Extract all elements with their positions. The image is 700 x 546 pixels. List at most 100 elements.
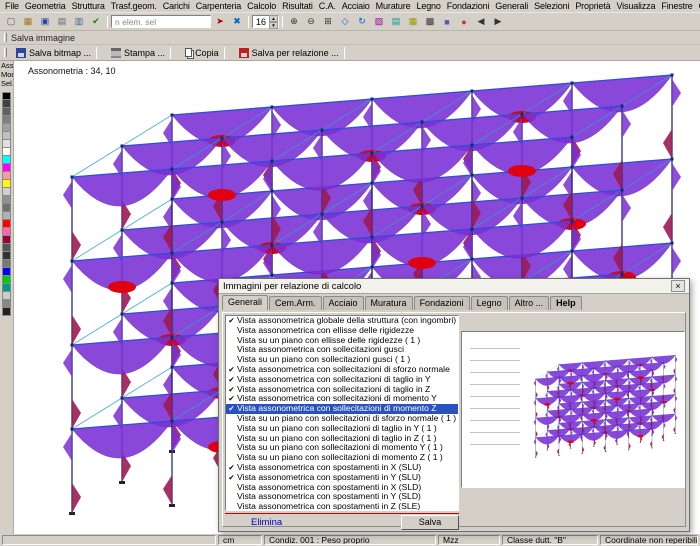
menu-item[interactable]: Carpenteria [193, 1, 244, 11]
menu-item[interactable]: C.A. [316, 1, 339, 11]
menu-item[interactable]: Visualizza [613, 1, 658, 11]
delete-link[interactable]: Elimina [251, 517, 282, 528]
menu-item[interactable]: Geometria [22, 1, 69, 11]
menu-item[interactable]: Acciaio [339, 1, 373, 11]
palette-color-cell[interactable] [2, 148, 11, 156]
palette-color-cell[interactable] [2, 300, 11, 308]
open-icon[interactable]: ▦ [20, 15, 36, 29]
save-icon[interactable]: ▣ [37, 15, 53, 29]
menu-item[interactable]: File [2, 1, 22, 11]
palette-color-cell[interactable] [2, 252, 11, 260]
menu-item[interactable]: Proprietà [572, 1, 613, 11]
panel-tab-label[interactable]: Sel.. [0, 79, 13, 88]
close-icon[interactable]: × [671, 280, 685, 292]
dialog-tab[interactable]: Acciaio [323, 296, 364, 310]
menu-item[interactable]: Struttura [69, 1, 108, 11]
menu-item[interactable]: Calcolo [244, 1, 279, 11]
palette-color-cell[interactable] [2, 212, 11, 220]
dialog-tab[interactable]: Generali [222, 295, 268, 310]
menu-item[interactable]: Opzioni [696, 1, 700, 11]
palette-color-cell[interactable] [2, 132, 11, 140]
dialog-tab[interactable]: Muratura [365, 296, 413, 310]
palette-color-cell[interactable] [2, 228, 11, 236]
image-list-item[interactable]: Vista assonometrica con spostamenti in Z… [226, 502, 458, 511]
print-icon[interactable]: ▤ [54, 15, 70, 29]
menu-item[interactable]: Legno [413, 1, 443, 11]
palette-color-cell[interactable] [2, 188, 11, 196]
palette-color-cell[interactable] [2, 276, 11, 284]
panel-tab-label[interactable]: Mod.. [0, 70, 13, 79]
solid-view-icon[interactable]: ■ [439, 15, 455, 29]
deselect-icon[interactable]: ✖ [229, 15, 245, 29]
palette-color-cell[interactable] [2, 244, 11, 252]
palette-color-cell[interactable] [2, 140, 11, 148]
palette-color-cell[interactable] [2, 156, 11, 164]
check-mark-icon [226, 345, 237, 355]
menu-item[interactable]: Fondazioni [444, 1, 493, 11]
palette-color-cell[interactable] [2, 100, 11, 108]
panel-tab-label[interactable]: Ass.. [0, 61, 13, 70]
item-label: Vista assonometrica con spostamenti in Z… [237, 502, 420, 511]
font-size-spinner[interactable]: 16 ▲ ▼ [252, 15, 279, 28]
check-mark-icon [226, 434, 237, 444]
pan-icon[interactable]: ◇ [337, 15, 353, 29]
menu-item[interactable]: Murature [373, 1, 414, 11]
dialog-title-bar[interactable]: Immagini per relazione di calcolo × [219, 279, 689, 294]
dialog-tab[interactable]: Help [550, 296, 582, 310]
top-view-icon[interactable]: ▦ [405, 15, 421, 29]
palette-color-cell[interactable] [2, 108, 11, 116]
palette-color-cell[interactable] [2, 268, 11, 276]
palette-color-cell[interactable] [2, 164, 11, 172]
palette-color-cell[interactable] [2, 92, 11, 100]
menu-item[interactable]: Risultati [279, 1, 316, 11]
select-pointer-icon[interactable]: ➤ [212, 15, 228, 29]
wireframe-icon[interactable]: ▩ [422, 15, 438, 29]
check-data-icon[interactable]: ✔ [88, 15, 104, 29]
save-report-button[interactable]: Salva per relazione ... [234, 46, 352, 60]
toolbar-grip[interactable] [4, 48, 7, 57]
palette-color-cell[interactable] [2, 308, 11, 316]
spinner-down-icon[interactable]: ▼ [269, 22, 278, 29]
zoom-window-icon[interactable]: ⊞ [320, 15, 336, 29]
axonometric-view-icon[interactable]: ▧ [371, 15, 387, 29]
palette-color-cell[interactable] [2, 236, 11, 244]
dialog-tab[interactable]: Altro ... [509, 296, 550, 310]
menu-item[interactable]: Finestre [658, 1, 695, 11]
palette-color-cell[interactable] [2, 292, 11, 300]
palette-color-cell[interactable] [2, 260, 11, 268]
palette-color-cell[interactable] [2, 116, 11, 124]
button-icon [239, 48, 249, 58]
toolbar-grip[interactable] [4, 33, 7, 42]
menu-item[interactable]: Carichi [160, 1, 193, 11]
rotate-view-icon[interactable]: ↻ [354, 15, 370, 29]
previous-view-icon[interactable]: ◀ [473, 15, 489, 29]
palette-color-cell[interactable] [2, 196, 11, 204]
menu-item[interactable]: Trasf.geom. [108, 1, 160, 11]
dialog-tab[interactable]: Cem.Arm. [269, 296, 322, 310]
front-view-icon[interactable]: ▤ [388, 15, 404, 29]
palette-color-cell[interactable] [2, 220, 11, 228]
main-toolbar: ▢▦▣▤▥✔ ➤✖ 16 ▲ ▼ ⊕⊖⊞◇↻▧▤▦▩■●◀▶ [0, 13, 700, 31]
copy-image-button[interactable]: Copia [180, 46, 232, 60]
palette-color-cell[interactable] [2, 172, 11, 180]
new-model-icon[interactable]: ▢ [3, 15, 19, 29]
next-view-icon[interactable]: ▶ [490, 15, 506, 29]
selection-count-field[interactable] [111, 15, 211, 28]
menu-item[interactable]: Generali [492, 1, 531, 11]
palette-color-cell[interactable] [2, 180, 11, 188]
menu-item[interactable]: Selezioni [531, 1, 572, 11]
palette-color-cell[interactable] [2, 284, 11, 292]
zoom-out-icon[interactable]: ⊖ [303, 15, 319, 29]
palette-color-cell[interactable] [2, 124, 11, 132]
save-button[interactable]: Salva [401, 515, 459, 530]
info-icon[interactable]: ● [456, 15, 472, 29]
zoom-in-icon[interactable]: ⊕ [286, 15, 302, 29]
copy-icon[interactable]: ▥ [71, 15, 87, 29]
dialog-tab[interactable]: Fondazioni [414, 296, 470, 310]
dialog-tab[interactable]: Legno [471, 296, 508, 310]
save-bitmap-button[interactable]: Salva bitmap ... [11, 46, 104, 60]
spinner-up-icon[interactable]: ▲ [269, 15, 278, 22]
palette-color-cell[interactable] [2, 204, 11, 212]
toolbar-right-icons: ⊕⊖⊞◇↻▧▤▦▩■●◀▶ [286, 15, 506, 29]
print-image-button[interactable]: Stampa ... [106, 46, 178, 60]
